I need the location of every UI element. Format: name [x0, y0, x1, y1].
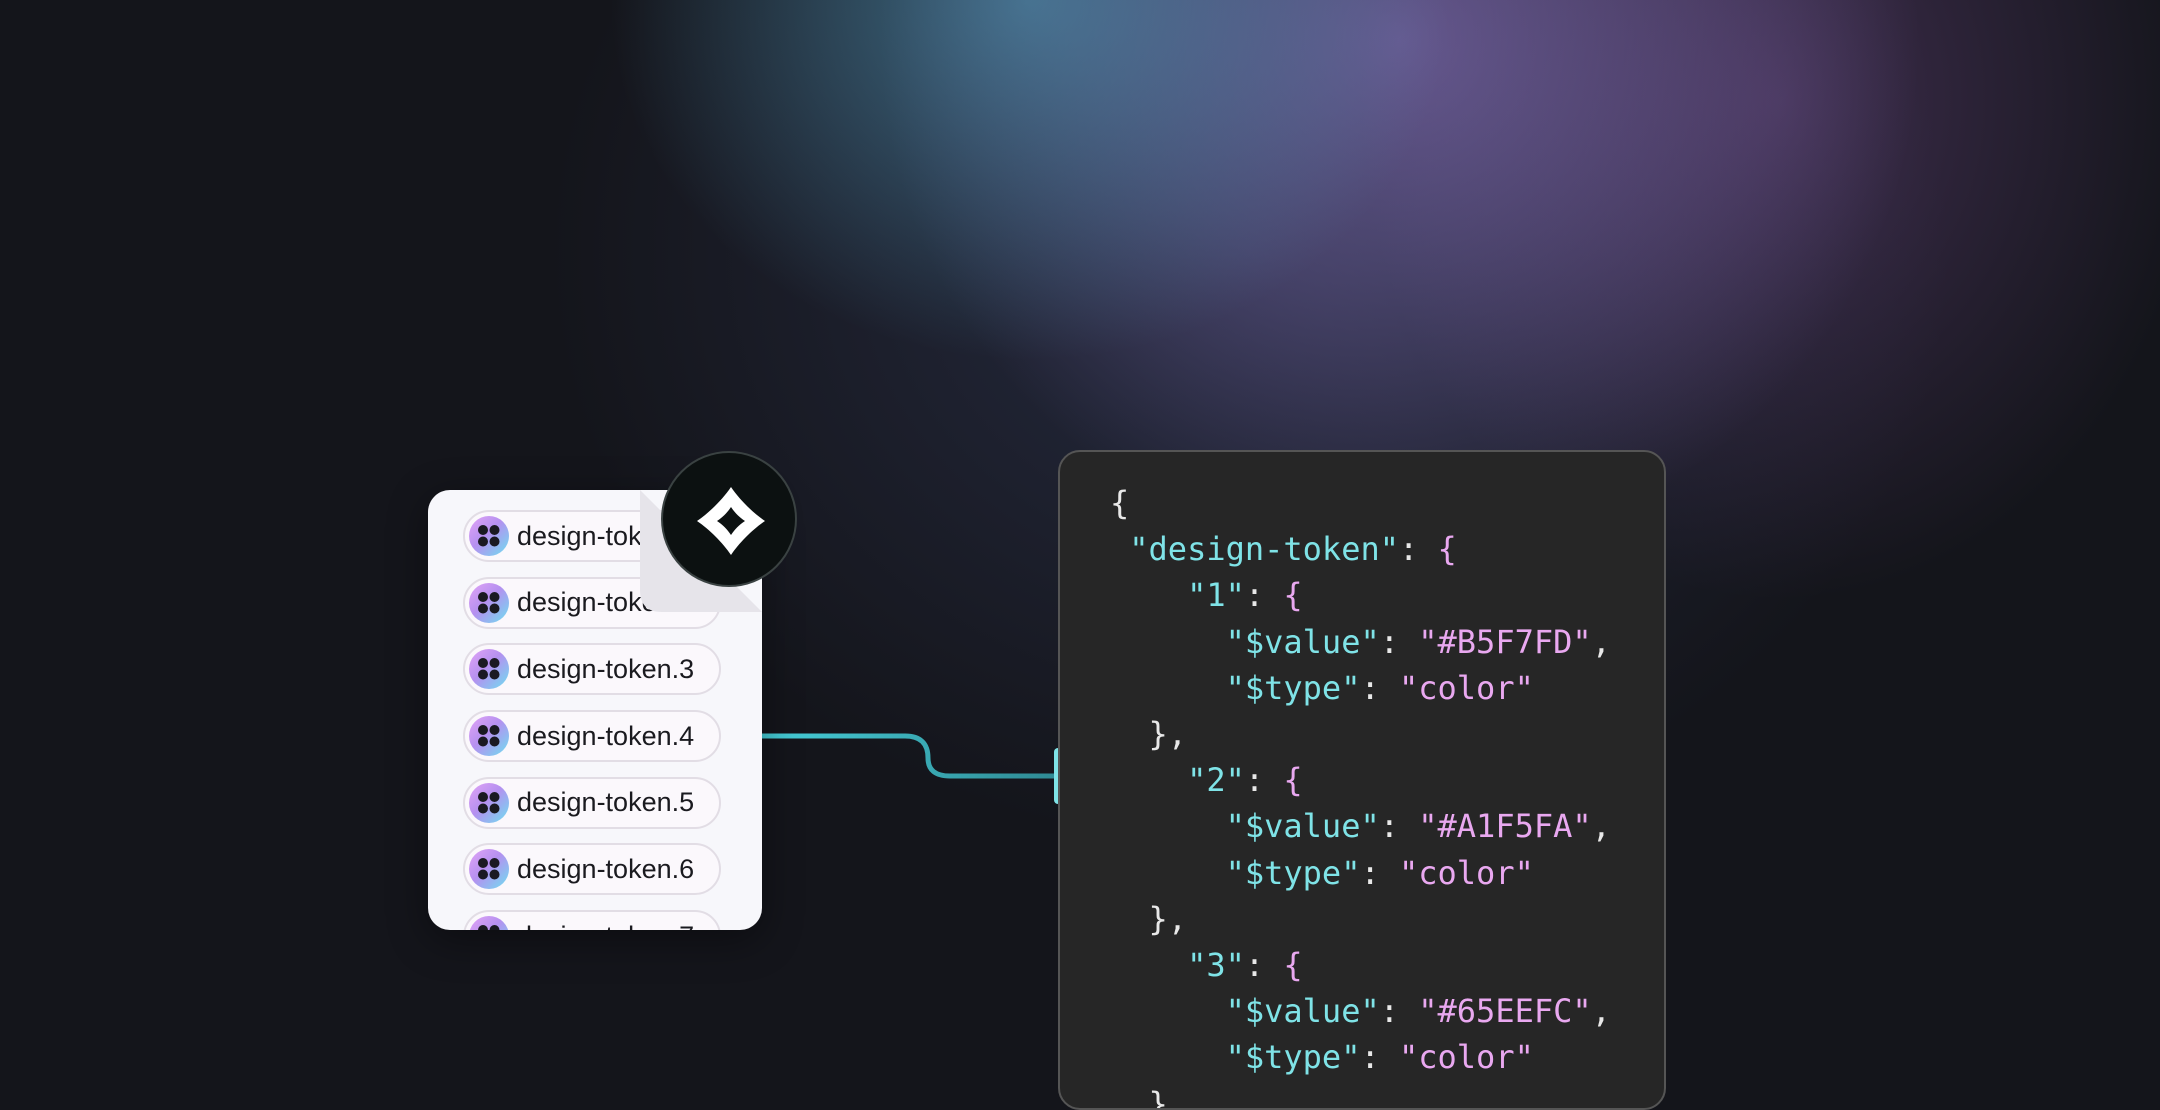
code-entry-key: "2": {	[1187, 761, 1303, 800]
token-dots-icon	[469, 649, 509, 690]
code-close-brace: },	[1110, 1084, 1188, 1110]
code-entry-key: "1": {	[1187, 576, 1303, 615]
token-dots-icon	[469, 516, 509, 556]
token-pill[interactable]: design-token.5	[463, 776, 721, 829]
code-open-brace: {	[1110, 484, 1130, 522]
code-value-line: "$value": "#A1F5FA",	[1225, 807, 1611, 846]
sparkle-logo-icon	[697, 487, 765, 555]
token-label: design-token.5	[517, 787, 695, 818]
token-dots-icon	[469, 849, 509, 890]
code-close-brace: },	[1110, 899, 1188, 938]
token-pill[interactable]: design-token.6	[463, 843, 721, 896]
code-value-line: "$value": "#B5F7FD",	[1225, 622, 1611, 661]
token-dots-icon	[469, 582, 509, 623]
token-label: design-token.4	[517, 720, 695, 751]
token-label: design-token.6	[517, 853, 695, 884]
token-dots-icon	[469, 916, 509, 930]
token-label: design-token.7	[517, 921, 694, 930]
token-pill[interactable]: design-token.4	[463, 710, 721, 763]
code-lines: { "design-token": { "1": { "$value": "#B…	[1110, 480, 1611, 1110]
logo-badge	[661, 451, 797, 587]
code-type-line: "$type": "color"	[1225, 668, 1534, 707]
code-root-key: "design-token": {	[1129, 530, 1457, 569]
token-dots-icon	[469, 716, 509, 757]
token-label: design-token.3	[517, 653, 695, 684]
code-type-line: "$type": "color"	[1225, 853, 1534, 892]
token-dots-icon	[469, 782, 509, 823]
token-pill[interactable]: design-token.7	[463, 910, 721, 930]
json-code-panel: { "design-token": { "1": { "$value": "#B…	[1058, 450, 1666, 1110]
code-type-line: "$type": "color"	[1225, 1038, 1534, 1077]
code-close-brace: },	[1110, 715, 1188, 754]
code-value-line: "$value": "#65EEFC",	[1225, 992, 1611, 1031]
token-pill[interactable]: design-token.3	[463, 643, 721, 696]
code-entry-key: "3": {	[1187, 946, 1303, 985]
